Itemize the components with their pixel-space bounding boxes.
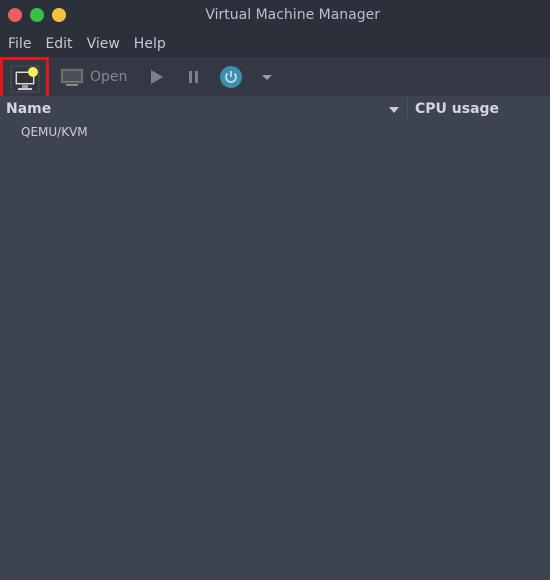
- open-button[interactable]: Open: [60, 57, 127, 96]
- column-cpu-usage[interactable]: CPU usage: [415, 101, 499, 117]
- sort-arrow-icon[interactable]: [389, 107, 399, 113]
- menu-edit[interactable]: Edit: [39, 36, 78, 52]
- run-button[interactable]: [150, 57, 164, 96]
- menu-bar: File Edit View Help: [0, 30, 550, 57]
- list-header: Name CPU usage: [0, 96, 550, 122]
- monitor-icon: [60, 68, 84, 86]
- column-divider[interactable]: [407, 98, 408, 118]
- play-icon: [151, 69, 163, 84]
- power-icon: [220, 65, 242, 88]
- menu-view[interactable]: View: [81, 36, 126, 52]
- menu-help[interactable]: Help: [128, 36, 172, 52]
- column-name[interactable]: Name: [6, 101, 51, 117]
- title-bar: Virtual Machine Manager: [0, 0, 550, 30]
- menu-file[interactable]: File: [2, 36, 37, 52]
- monitor-star-icon: [10, 65, 39, 92]
- list-item[interactable]: QEMU/KVM: [0, 125, 550, 139]
- pause-button[interactable]: [188, 57, 200, 96]
- open-label: Open: [90, 68, 128, 85]
- pause-icon: [189, 70, 198, 83]
- toolbar: Open: [0, 57, 550, 100]
- shutdown-button[interactable]: [220, 57, 242, 96]
- app-window: Virtual Machine Manager File Edit View H…: [0, 0, 550, 580]
- shutdown-menu-button[interactable]: [261, 57, 273, 96]
- chevron-down-icon: [262, 74, 272, 80]
- new-vm-button[interactable]: [0, 57, 49, 100]
- connection-list: QEMU/KVM: [0, 125, 550, 139]
- window-title: Virtual Machine Manager: [205, 7, 380, 23]
